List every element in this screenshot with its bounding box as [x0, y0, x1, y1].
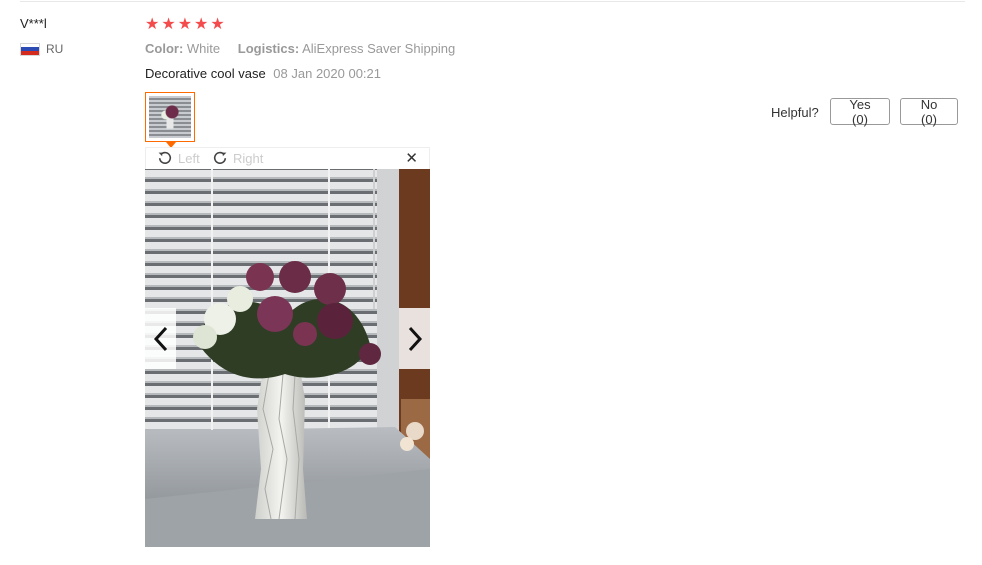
rotate-left-icon: [158, 151, 172, 164]
rotate-right-label: Right: [233, 150, 264, 166]
russia-flag-icon: [20, 42, 40, 56]
review-photo-viewer: [145, 169, 430, 547]
star-rating: ★ ★ ★ ★ ★: [145, 15, 225, 33]
review-photo: [145, 169, 430, 547]
next-photo-button[interactable]: [399, 308, 430, 369]
order-attributes: Color: White Logistics: AliExpress Saver…: [145, 41, 469, 56]
rotate-right-icon: [213, 151, 227, 164]
helpful-yes-button[interactable]: Yes (0): [830, 97, 890, 127]
helpful-label: Helpful?: [771, 105, 819, 120]
chevron-left-icon: [153, 326, 167, 351]
color-label: Color:: [145, 41, 184, 56]
thumbnail-image: [149, 96, 191, 138]
image-viewer-toolbar: Left Right ✕: [145, 147, 430, 169]
color-value: White: [186, 41, 221, 56]
review-text: Decorative cool vase: [145, 66, 266, 81]
close-viewer-icon[interactable]: ✕: [405, 149, 418, 167]
review-body: Decorative cool vase 08 Jan 2020 00:21: [145, 66, 381, 81]
star-icon: ★: [145, 14, 160, 33]
helpful-no-button[interactable]: No (0): [900, 97, 958, 127]
rotate-left-button[interactable]: Left: [157, 150, 200, 166]
star-icon: ★: [194, 14, 209, 33]
previous-photo-button[interactable]: [145, 308, 176, 369]
divider: [20, 1, 965, 2]
star-icon: ★: [177, 14, 193, 33]
review-date: 08 Jan 2020 00:21: [273, 66, 382, 81]
logistics-label: Logistics:: [237, 41, 300, 56]
rotate-left-label: Left: [178, 150, 200, 166]
star-icon: ★: [161, 14, 176, 33]
country-code: RU: [46, 42, 64, 56]
rotate-right-button[interactable]: Right: [212, 150, 263, 166]
chevron-right-icon: [408, 326, 422, 351]
review-photo-thumbnail[interactable]: [145, 92, 195, 142]
star-icon: ★: [210, 14, 225, 33]
reviewer-name: V***l: [20, 16, 47, 31]
reviewer-country: RU: [20, 42, 63, 56]
logistics-value: AliExpress Saver Shipping: [302, 41, 456, 56]
